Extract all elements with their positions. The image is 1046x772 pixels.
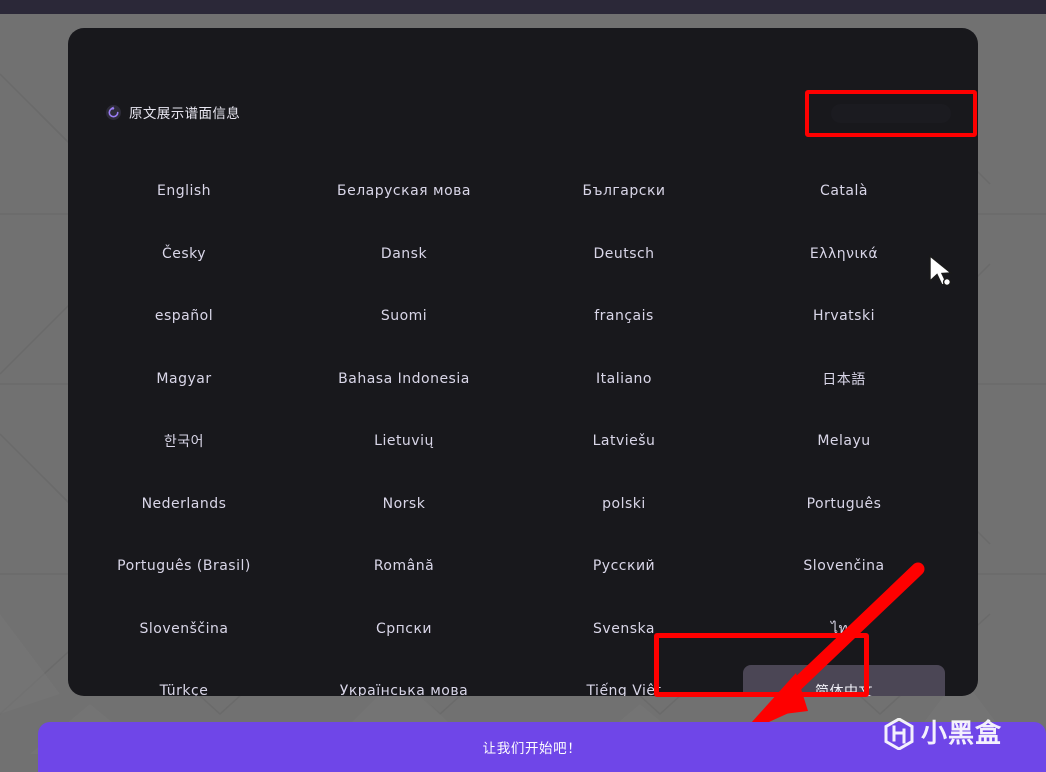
- language-cell: español: [74, 285, 294, 348]
- language-cell: Magyar: [74, 348, 294, 411]
- top-strip: [0, 0, 1046, 14]
- language-option-button[interactable]: Български: [555, 165, 693, 217]
- undo-circle-icon: [106, 104, 121, 120]
- language-option-button[interactable]: Dansk: [335, 228, 473, 280]
- language-option-button[interactable]: Hrvatski: [775, 290, 913, 342]
- language-cell: Українська мова: [294, 660, 514, 696]
- language-option-button[interactable]: Русский: [555, 540, 693, 592]
- language-option-button[interactable]: français: [555, 290, 693, 342]
- language-cell: Català: [734, 160, 954, 223]
- language-cell: Lietuvių: [294, 410, 514, 473]
- language-cell: Български: [514, 160, 734, 223]
- language-option-button[interactable]: Српски: [335, 603, 473, 655]
- language-option-button[interactable]: 日本語: [775, 353, 913, 405]
- language-cell: Deutsch: [514, 223, 734, 286]
- language-option-button[interactable]: Lietuvių: [335, 415, 473, 467]
- language-cell: Latviešu: [514, 410, 734, 473]
- language-cell: Česky: [74, 223, 294, 286]
- language-option-button[interactable]: Slovenščina: [115, 603, 253, 655]
- language-option-button[interactable]: Ελληνικά: [775, 228, 913, 280]
- language-option-button[interactable]: Română: [335, 540, 473, 592]
- language-cell: Melayu: [734, 410, 954, 473]
- language-option-button[interactable]: Suomi: [335, 290, 473, 342]
- language-cell: Беларуская мова: [294, 160, 514, 223]
- language-option-button[interactable]: Česky: [115, 228, 253, 280]
- language-cell: Dansk: [294, 223, 514, 286]
- language-option-button[interactable]: Italiano: [555, 353, 693, 405]
- language-option-button[interactable]: Nederlands: [115, 478, 253, 530]
- language-option-button[interactable]: Українська мова: [318, 665, 490, 696]
- hexagon-h-logo-icon: [884, 718, 914, 750]
- modal-header: 原文展示谱面信息: [68, 28, 978, 140]
- language-cell: Русский: [514, 535, 734, 598]
- language-option-button[interactable]: Türkçe: [115, 665, 253, 696]
- language-cell: Nederlands: [74, 473, 294, 536]
- language-cell: Română: [294, 535, 514, 598]
- language-option-button[interactable]: Беларуская мова: [315, 165, 493, 217]
- language-option-button[interactable]: Deutsch: [555, 228, 693, 280]
- language-option-button[interactable]: Bahasa Indonesia: [316, 353, 492, 405]
- annotation-arrow: [740, 562, 925, 735]
- language-cell: English: [74, 160, 294, 223]
- watermark-text: 小黑盒: [921, 719, 1003, 749]
- language-option-button[interactable]: Magyar: [115, 353, 253, 405]
- arrow-pointer-cursor: [929, 255, 953, 287]
- language-option-button[interactable]: English: [115, 165, 253, 217]
- language-option-button[interactable]: Norsk: [335, 478, 473, 530]
- language-cell: Ελληνικά: [734, 223, 954, 286]
- language-cell: Português: [734, 473, 954, 536]
- language-option-button[interactable]: español: [115, 290, 253, 342]
- reset-setting-label: 原文展示谱面信息: [129, 106, 241, 122]
- language-option-button[interactable]: 한국어: [115, 415, 253, 467]
- language-cell: Српски: [294, 598, 514, 661]
- language-cell: français: [514, 285, 734, 348]
- language-cell: polski: [514, 473, 734, 536]
- reset-setting-row[interactable]: 原文展示谱面信息: [106, 102, 240, 122]
- annotation-box-toggle: [805, 90, 977, 137]
- language-option-button[interactable]: Latviešu: [555, 415, 693, 467]
- language-option-button[interactable]: Català: [775, 165, 913, 217]
- language-cell: Slovenščina: [74, 598, 294, 661]
- language-option-button[interactable]: Português (Brasil): [95, 540, 273, 592]
- language-option-button[interactable]: Português: [775, 478, 913, 530]
- language-cell: 日本語: [734, 348, 954, 411]
- language-cell: Português (Brasil): [74, 535, 294, 598]
- language-option-button[interactable]: polski: [555, 478, 693, 530]
- language-cell: Suomi: [294, 285, 514, 348]
- language-cell: 한국어: [74, 410, 294, 473]
- watermark: 小黑盒: [884, 718, 1002, 750]
- language-option-button[interactable]: Melayu: [775, 415, 913, 467]
- language-cell: Hrvatski: [734, 285, 954, 348]
- language-cell: Norsk: [294, 473, 514, 536]
- language-cell: Türkçe: [74, 660, 294, 696]
- language-cell: Bahasa Indonesia: [294, 348, 514, 411]
- language-cell: Italiano: [514, 348, 734, 411]
